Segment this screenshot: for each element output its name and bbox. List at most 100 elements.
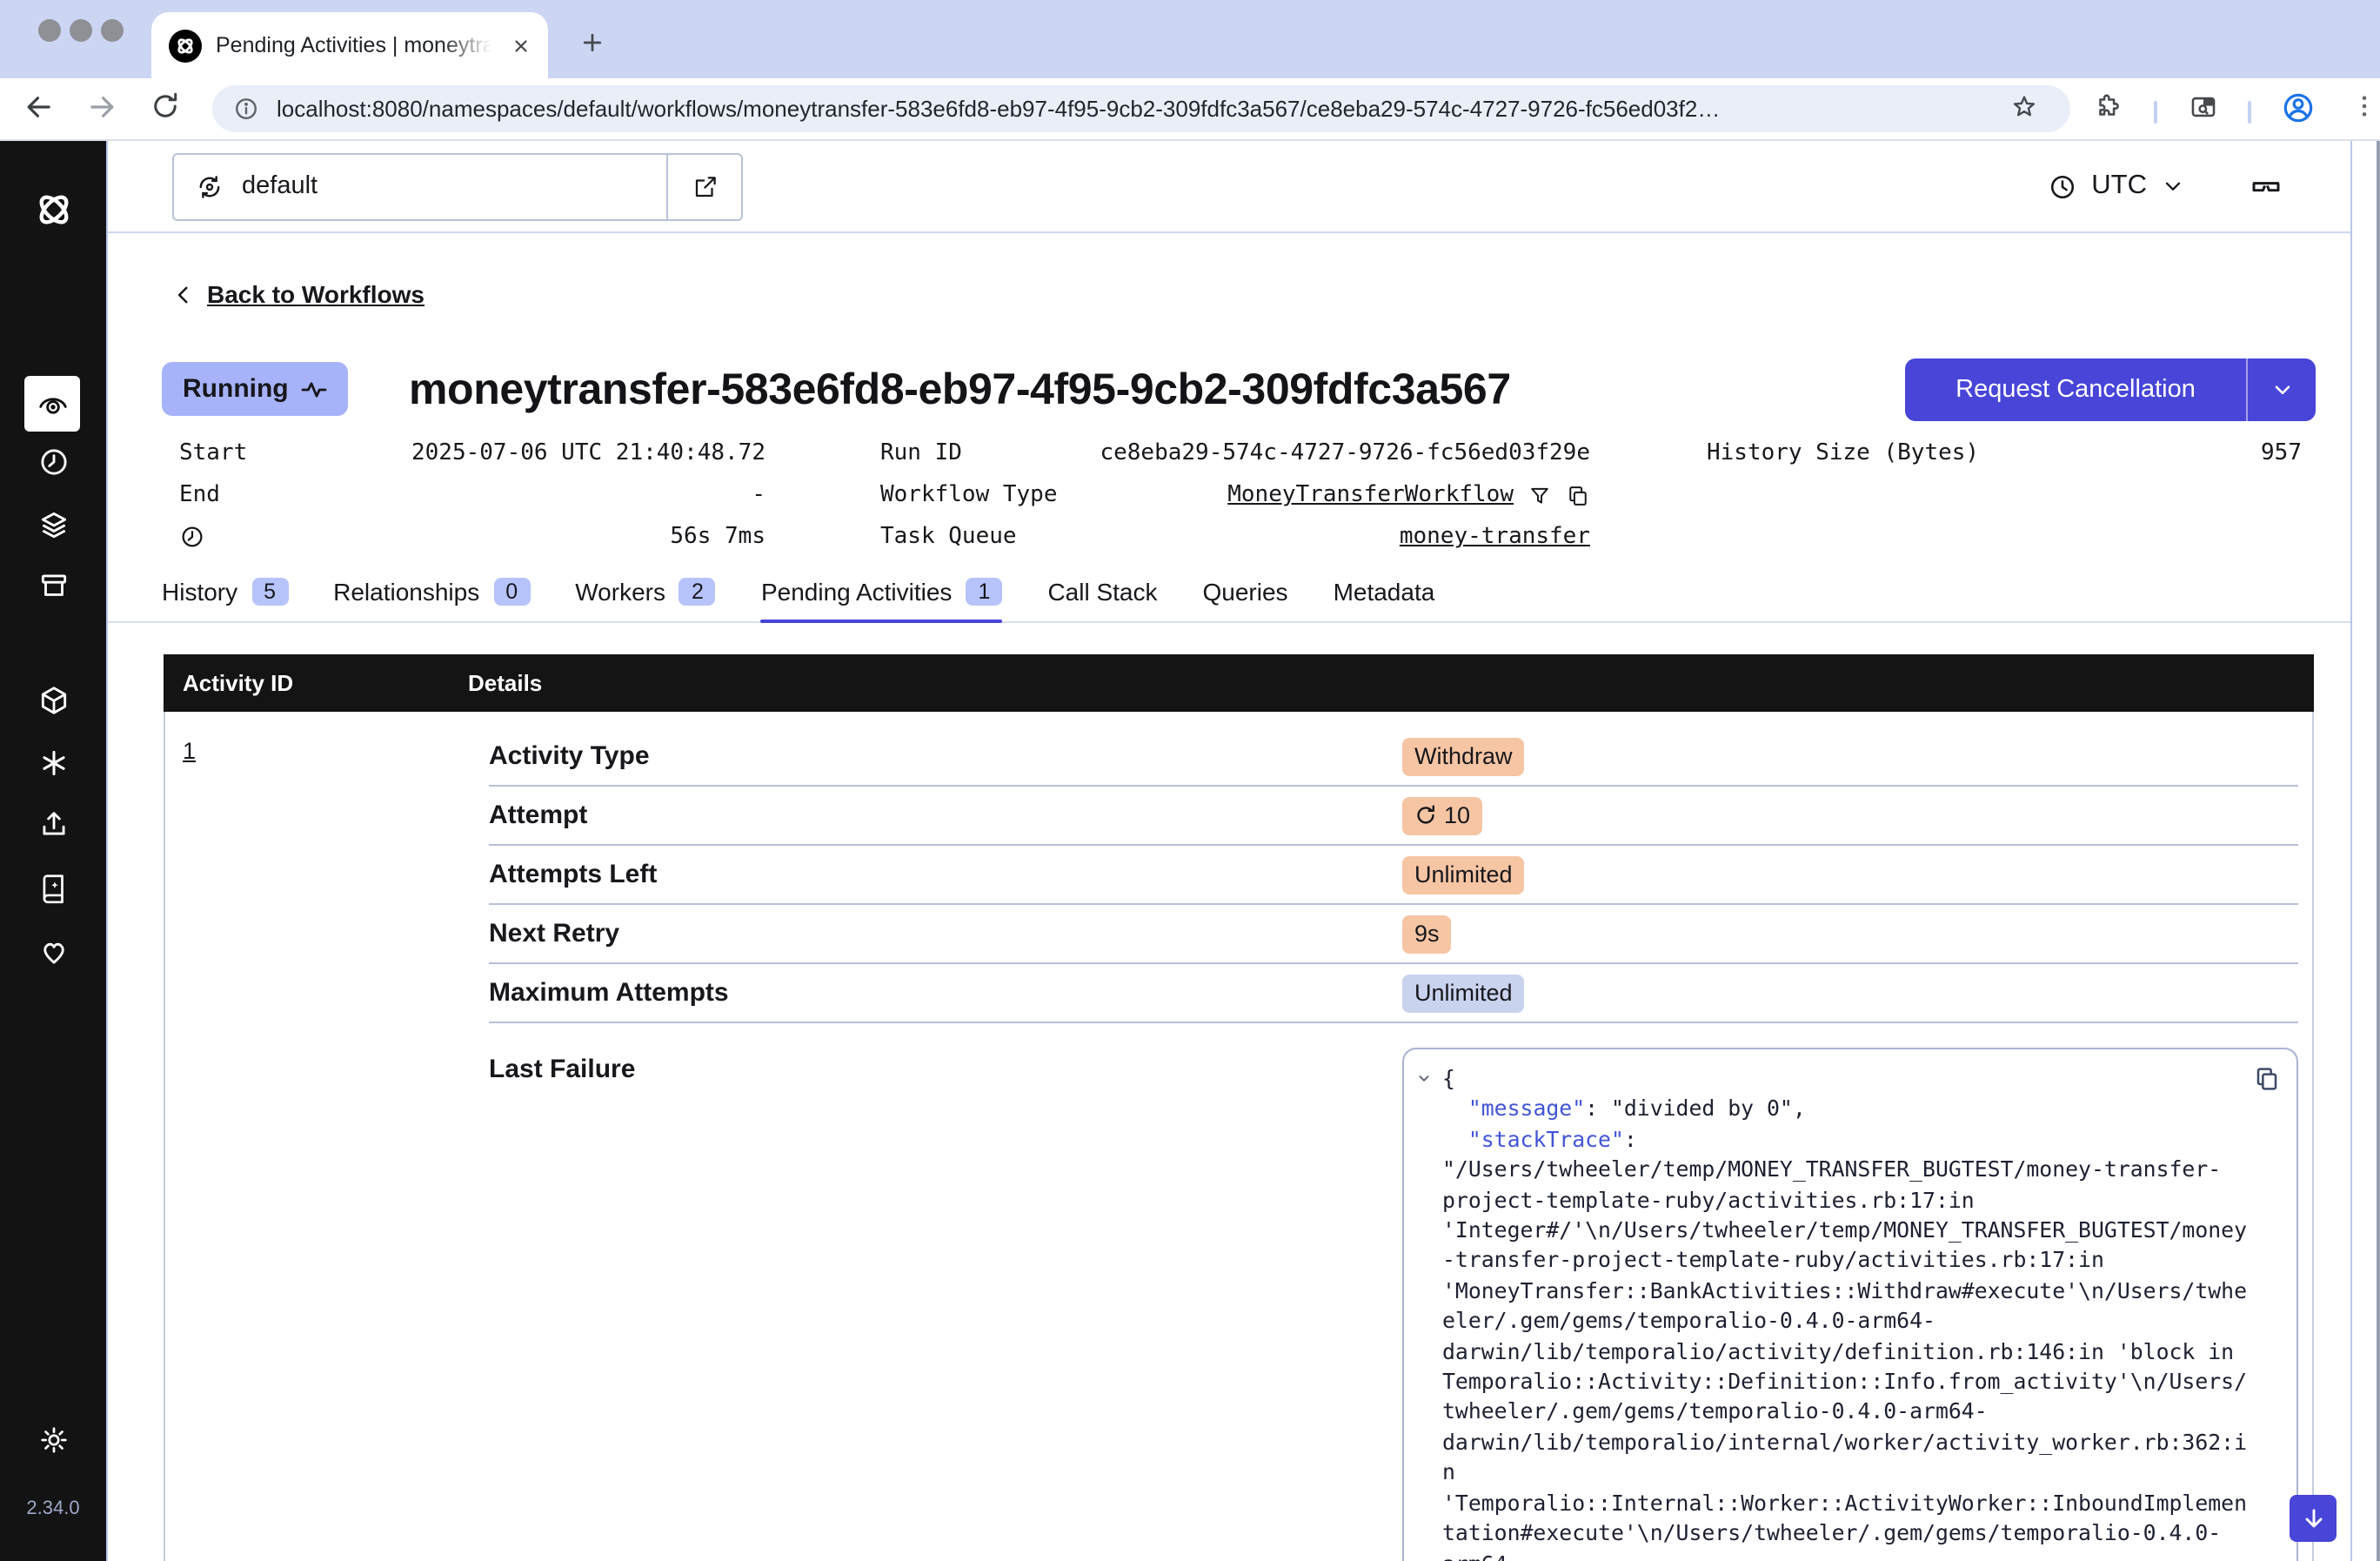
detail-label: Next Retry xyxy=(489,919,1402,948)
browser-scrollbar-gutter[interactable] xyxy=(2350,141,2380,1561)
activity-id-link[interactable]: 1 xyxy=(183,738,196,764)
tab[interactable]: Pending Activities 1 xyxy=(761,578,1002,621)
tab-label: Call Stack xyxy=(1047,578,1157,606)
last-failure-code-block[interactable]: { "message": "divided by 0", "stackTrace… xyxy=(1402,1048,2298,1561)
code-line: darwin/lib/temporalio/internal/worker/ac… xyxy=(1442,1427,2276,1457)
window-close-button[interactable] xyxy=(38,19,61,42)
bookmark-star-icon[interactable] xyxy=(2009,92,2039,122)
new-tab-button[interactable] xyxy=(579,30,605,56)
namespace-sync-icon xyxy=(195,171,224,201)
namespace-switcher[interactable]: default xyxy=(172,152,743,220)
duration-value: 56s 7ms xyxy=(670,524,765,550)
tab-label: Pending Activities xyxy=(761,578,952,606)
tab-title: Pending Activities | moneytran xyxy=(216,33,498,57)
temporal-logo-icon[interactable] xyxy=(31,188,75,231)
value-badge: Withdraw xyxy=(1402,737,1525,775)
tab-close-icon[interactable] xyxy=(511,36,531,55)
tab[interactable]: Metadata xyxy=(1334,578,1435,621)
tab-label: Workers xyxy=(575,578,665,606)
app-topbar: default UTC xyxy=(108,141,2350,233)
reload-button[interactable] xyxy=(150,90,181,122)
collapse-caret-icon[interactable] xyxy=(1414,1069,1434,1088)
sidebar-item-namespaces[interactable] xyxy=(37,684,70,717)
code-line: "stackTrace": xyxy=(1442,1124,2276,1155)
timezone-label: UTC xyxy=(2091,171,2147,202)
badge-value: Withdraw xyxy=(1414,743,1513,769)
sidebar-item-batch-operations[interactable] xyxy=(37,569,70,602)
site-info-icon[interactable] xyxy=(233,96,259,122)
namespace-open-button[interactable] xyxy=(666,154,741,218)
docs-icon xyxy=(37,872,70,905)
tab-count-badge: 0 xyxy=(493,578,530,606)
sidebar-item-schedules[interactable] xyxy=(37,446,70,479)
code-line: Temporalio::Activity::Definition::Info.f… xyxy=(1442,1366,2276,1397)
sidebar-item-import[interactable] xyxy=(37,807,70,841)
feedback-heart-icon xyxy=(37,935,70,968)
app-version: 2.34.0 xyxy=(0,1498,106,1519)
sidebar-item-deployments[interactable] xyxy=(37,508,70,541)
code-line: tation#execute'\n/Users/twheeler/.gem/ge… xyxy=(1442,1517,2276,1548)
window-minimize-button[interactable] xyxy=(70,19,92,42)
badge-value: 9s xyxy=(1414,921,1440,947)
arrow-down-icon xyxy=(2299,1504,2327,1532)
sidebar-item-nexus[interactable] xyxy=(37,747,70,780)
back-to-workflows-link[interactable]: Back to Workflows xyxy=(172,280,425,308)
end-label: End xyxy=(179,482,220,508)
theme-toggle[interactable] xyxy=(37,1424,70,1457)
sidebar-item-feedback[interactable] xyxy=(37,935,70,968)
extensions-icon[interactable] xyxy=(2093,92,2123,122)
timezone-selector[interactable]: UTC xyxy=(2048,171,2185,202)
detail-label: Maximum Attempts xyxy=(489,978,1402,1008)
badge-value: Unlimited xyxy=(1414,980,1513,1006)
tab[interactable]: Queries xyxy=(1203,578,1288,621)
workflows-icon xyxy=(36,387,69,420)
browser-tab[interactable]: Pending Activities | moneytran xyxy=(151,12,548,78)
tab[interactable]: Call Stack xyxy=(1047,578,1157,621)
workflow-type-link[interactable]: MoneyTransferWorkflow xyxy=(1227,482,1514,508)
tab[interactable]: Workers 2 xyxy=(575,578,716,621)
detail-label: Activity Type xyxy=(489,741,1402,771)
tab[interactable]: History 5 xyxy=(162,578,288,621)
copy-code-icon[interactable] xyxy=(2253,1065,2281,1093)
filter-icon[interactable] xyxy=(1528,483,1552,507)
browser-toolbar: localhost:8080/namespaces/default/workfl… xyxy=(0,78,2380,141)
screen: Pending Activities | moneytran xyxy=(0,0,2380,1561)
code-line: 'Temporalio::Internal::Worker::ActivityW… xyxy=(1442,1487,2276,1517)
code-line: "/Users/twheeler/temp/MONEY_TRANSFER_BUG… xyxy=(1442,1154,2276,1184)
code-line: twheeler/.gem/gems/temporalio-0.4.0-arm6… xyxy=(1442,1397,2276,1427)
labs-mode-toggle[interactable] xyxy=(2248,168,2284,204)
request-cancellation-label[interactable]: Request Cancellation xyxy=(1905,358,2248,421)
table-header: Activity ID Details xyxy=(164,654,2314,712)
sidebar-item-docs[interactable] xyxy=(37,872,70,905)
code-line: -transfer-project-template-ruby/activiti… xyxy=(1442,1245,2276,1276)
sidebar-item-workflows[interactable] xyxy=(24,376,80,432)
tab-search-icon[interactable] xyxy=(2189,92,2218,122)
glasses-icon xyxy=(2248,168,2284,204)
history-size-value: 957 xyxy=(2261,440,2302,466)
run-id-label: Run ID xyxy=(880,440,962,466)
forward-button[interactable] xyxy=(85,90,118,124)
scroll-to-bottom-button[interactable] xyxy=(2290,1495,2337,1542)
copy-icon[interactable] xyxy=(1566,483,1590,507)
tab[interactable]: Relationships 0 xyxy=(333,578,530,621)
detail-rows: Activity Type Withdraw Attempt xyxy=(165,712,2312,1023)
chevron-down-icon xyxy=(2161,174,2185,198)
request-cancellation-button[interactable]: Request Cancellation xyxy=(1905,358,2316,421)
badge-value: 10 xyxy=(1444,802,1470,828)
chevron-left-icon xyxy=(172,283,195,305)
deployments-icon xyxy=(37,508,70,541)
back-button[interactable] xyxy=(23,90,56,124)
status-label: Running xyxy=(183,374,289,404)
tab-label: Relationships xyxy=(333,578,479,606)
url-bar[interactable]: localhost:8080/namespaces/default/workfl… xyxy=(212,85,2070,132)
cancellation-menu-caret[interactable] xyxy=(2248,358,2316,421)
code-line: eler/.gem/gems/temporalio-0.4.0-arm64- xyxy=(1442,1306,2276,1337)
menu-dots-icon[interactable] xyxy=(2350,92,2378,120)
code-line: arm64- xyxy=(1442,1548,2276,1561)
temporal-app: 2.34.0 default xyxy=(0,141,2380,1561)
toolbar-divider xyxy=(2154,101,2157,124)
task-queue-link[interactable]: money-transfer xyxy=(1400,524,1590,550)
window-zoom-button[interactable] xyxy=(101,19,124,42)
temporal-favicon-icon xyxy=(169,29,202,62)
profile-avatar[interactable] xyxy=(2281,90,2316,125)
